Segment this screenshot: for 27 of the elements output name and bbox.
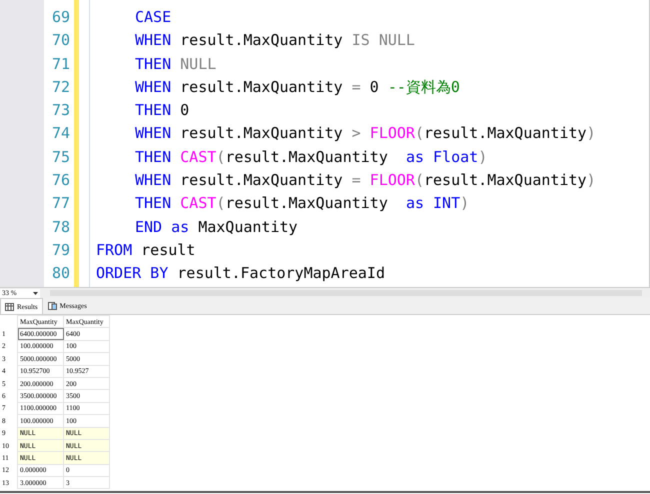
code-line: CASE [134,8,172,28]
code-line: FROM result [96,240,196,261]
code-line: THEN NULL [134,54,218,75]
line-number: 76 [50,171,70,192]
code-line: WHEN result.MaxQuantity > FLOOR(result.MaxQuantity) [134,124,597,144]
code-line: THEN CAST(result.MaxQuantity as INT) [134,194,470,214]
code-line: WHEN result.MaxQuantity IS NULL [134,31,416,52]
line-number: 79 [50,240,70,261]
dropdown-caret-icon [33,292,38,294]
line-number: 70 [50,31,70,52]
line-number: 80 [50,264,70,284]
line-number: 74 [50,124,70,144]
line-number: 73 [50,101,70,122]
grid-icon [5,302,14,310]
code-line: WHEN result.MaxQuantity = FLOOR(result.MaxQuantity) [134,171,597,192]
code-line: THEN 0 [134,101,190,122]
line-number: 69 [50,8,70,28]
code-line: END as MaxQuantity [134,218,299,238]
line-number: 78 [50,218,70,238]
line-number: 72 [50,78,70,98]
line-number: 75 [50,148,70,168]
code-line: WHEN result.MaxQuantity = 0 --資料為0 [134,78,461,98]
code-line: ORDER BY result.FactoryMapAreaId [96,264,386,284]
code-line: THEN CAST(result.MaxQuantity as Float) [134,148,488,168]
line-number: 71 [50,54,70,75]
message-icon [48,302,57,310]
line-number: 77 [50,194,70,214]
